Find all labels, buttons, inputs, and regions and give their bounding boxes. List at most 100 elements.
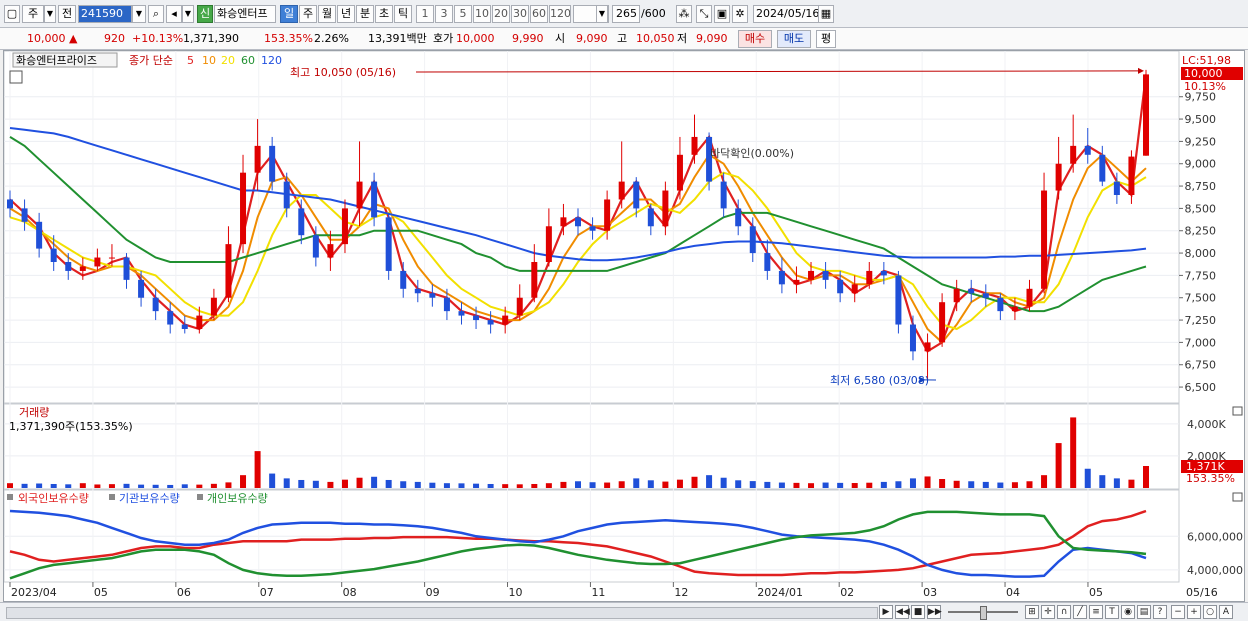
ask-price: 9,990 [512,32,544,45]
speaker-dropdown-icon[interactable]: ▼ [182,5,194,23]
search-icon[interactable]: ⌕ [148,5,164,23]
toolbar: ▢ 주 ▼ 전 241590 ▼ ⌕ ◂ ▼ 신 화승엔터프 일 주 월 년 분… [0,0,1248,28]
period-tab-year[interactable]: 년 [337,5,355,23]
layout-icon[interactable]: ▢ [4,5,20,23]
interval-label: 120 [550,7,571,20]
font-icon[interactable]: A [1219,605,1233,619]
text-tool-icon[interactable]: T [1105,605,1119,619]
candle-body [793,279,800,285]
period-tab-month[interactable]: 월 [318,5,336,23]
period-tab-minute[interactable]: 분 [356,5,374,23]
lc-label: LC:51,98 [1182,54,1231,67]
volume-bar [676,479,683,488]
volume-bar [953,480,960,488]
x-axis: 2023/04 05 06 07 08 09 10 11 12 2024/01 02 03 04 05 05… [9,582,1218,599]
panel-settings-icon[interactable] [9,70,23,84]
volume-bar [735,480,742,488]
period-tab-week[interactable]: 주 [299,5,317,23]
interval-120[interactable]: 120 [549,5,571,23]
interval-5[interactable]: 5 [454,5,472,23]
interval-30[interactable]: 30 [511,5,529,23]
interval-10[interactable]: 10 [473,5,491,23]
period-tab-tick[interactable]: 틱 [394,5,412,23]
indicator-icon[interactable]: ⁂ [676,5,692,23]
turnover-rate: 2.26% [314,32,349,45]
camera-icon[interactable]: ◉ [1121,605,1135,619]
new-badge: 신 [197,5,213,23]
volume-bar [633,478,640,488]
gear-icon[interactable]: ✲ [732,5,748,23]
stock-name-field[interactable]: 화승엔터프 [214,5,276,23]
save-icon[interactable]: ▣ [714,5,730,23]
holdings-panel-close-icon[interactable] [1232,492,1243,502]
type-dropdown-icon[interactable]: ▼ [44,5,56,23]
calendar-icon[interactable]: ▦ [818,5,834,23]
chart-area[interactable]: 6,500 6,750 7,000 7,250 7,500 7,750 8,000 8,250… [3,50,1245,602]
chart-canvas[interactable]: 6,500 6,750 7,000 7,250 7,500 7,750 8,000 8,250… [3,50,1244,601]
stock-name: 화승엔터프 [217,7,268,20]
period-tab-second[interactable]: 초 [375,5,393,23]
crosshair-icon[interactable]: ✛ [1041,605,1055,619]
volume-bar [7,483,13,488]
sell-button[interactable]: 매도 [777,30,811,48]
holdings-marker [109,494,115,500]
volume-bar [1070,417,1077,488]
open-price: 9,090 [576,32,608,45]
type-select[interactable]: 주 [22,5,44,23]
line-tool-icon[interactable]: ╱ [1073,605,1087,619]
rewind-icon[interactable]: ◀◀ [895,605,910,619]
price-change-pct: +10.13% [132,32,184,45]
volume-bar [1026,481,1033,488]
volume-bar [575,481,581,488]
scroll-right-icon[interactable]: ▶ [879,605,893,619]
magnet-icon[interactable]: ∩ [1057,605,1071,619]
volume-bar [341,479,348,488]
interval-3[interactable]: 3 [435,5,453,23]
candle-body [502,315,509,325]
candle-body [458,311,465,316]
zoom-in-icon[interactable]: + [1187,605,1201,619]
play-icon[interactable]: ▶▶ [927,605,942,619]
volume-bar [283,478,290,488]
y-tick-label: 8,750 [1185,180,1217,193]
interval-60[interactable]: 60 [530,5,548,23]
volume-bar [429,482,436,488]
volume-bar [749,481,756,488]
interval-20[interactable]: 20 [492,5,510,23]
stock-code-input[interactable]: 241590 [78,5,132,23]
split-view-icon[interactable]: ⊞ [1025,605,1039,619]
print-icon[interactable]: ▤ [1137,605,1151,619]
chart-scrollbar[interactable] [6,607,878,619]
quote-bar: 10,000 ▲ 920 +10.13% 1,371,390 153.35% 2… [0,28,1248,50]
stop-icon[interactable]: ■ [911,605,925,619]
price-tag-value: 10,000 [1184,67,1223,80]
candle-body [79,266,86,271]
volume-bar [1113,478,1120,488]
y-tick-label: 6,500 [1185,381,1217,394]
help-icon[interactable]: ? [1153,605,1167,619]
zoom-out-icon[interactable]: − [1171,605,1185,619]
candle-body [1070,145,1077,164]
volume-panel-close-icon[interactable] [1232,406,1243,416]
reset-icon[interactable]: ○ [1203,605,1217,619]
y-tick-label: 8,250 [1185,225,1217,238]
candle-body [138,279,145,298]
candle-body [1143,74,1149,156]
fib-tool-icon[interactable]: ≡ [1089,605,1103,619]
interval-1[interactable]: 1 [416,5,434,23]
count-input[interactable]: 265 [612,5,640,23]
period-tab-day[interactable]: 일 [280,5,298,23]
avg-button[interactable]: 평 [816,30,836,48]
zoom-slider-handle[interactable] [980,606,987,620]
y-tick-label: 9,500 [1185,113,1217,126]
interval-dropdown-icon[interactable]: ▼ [596,5,608,23]
candle-body [473,315,480,321]
draw-tool-icon[interactable]: ⤡ [696,5,712,23]
prev-button[interactable]: 전 [58,5,76,23]
code-dropdown-icon[interactable]: ▼ [132,5,146,23]
ma-legend-5: 5 [187,54,194,67]
candle-body [123,257,130,280]
date-input[interactable]: 2024/05/16 [753,5,819,23]
speaker-icon[interactable]: ◂ [166,5,182,23]
buy-button[interactable]: 매수 [738,30,772,48]
